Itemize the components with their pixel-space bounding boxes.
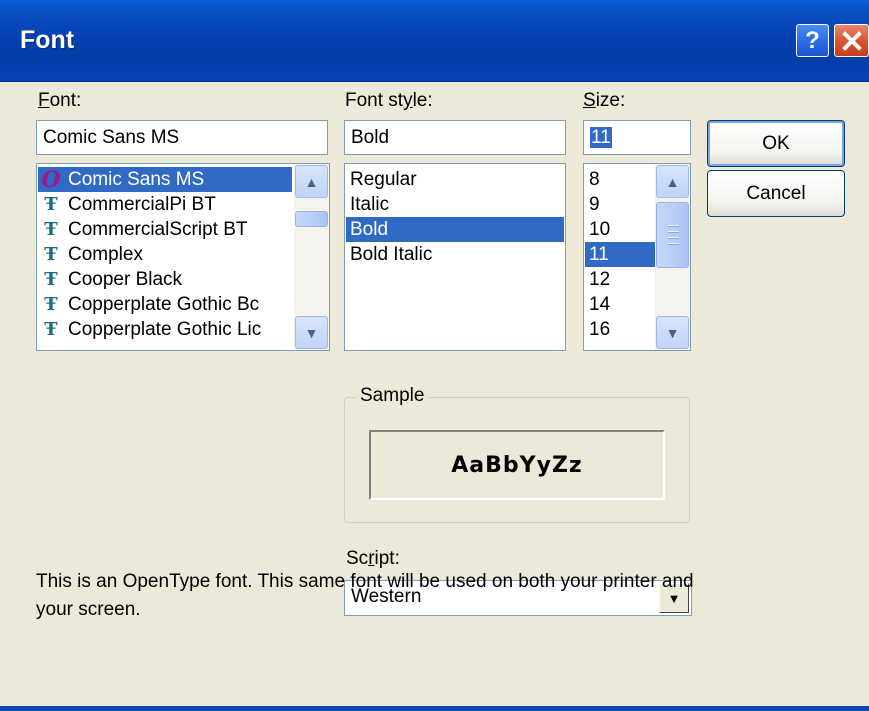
- font-scroll-down-button[interactable]: ▼: [295, 316, 328, 349]
- font-list-item[interactable]: Ŧ Copperplate Gothic Bc: [38, 292, 292, 317]
- truetype-icon: Ŧ: [44, 244, 58, 265]
- close-button[interactable]: [834, 24, 869, 57]
- font-scroll-up-button[interactable]: ▲: [295, 165, 328, 198]
- chevron-down-icon: ▼: [665, 324, 680, 341]
- font-description: This is an OpenType font. This same font…: [36, 571, 694, 620]
- font-style-list-item[interactable]: Regular: [346, 167, 564, 192]
- font-list-item-label: Copperplate Gothic Bc: [68, 293, 260, 315]
- font-style-list[interactable]: Regular Italic Bold Bold Italic: [344, 163, 566, 351]
- font-list-item-label: CommercialPi BT: [68, 193, 216, 215]
- truetype-icon: Ŧ: [44, 269, 58, 290]
- font-list-item-label: CommercialScript BT: [68, 218, 248, 240]
- truetype-icon: Ŧ: [44, 219, 58, 240]
- chevron-down-icon: ▼: [304, 324, 319, 341]
- font-list-item[interactable]: Ŧ Copperplate Gothic Lic: [38, 317, 292, 342]
- help-icon: ?: [805, 26, 820, 54]
- font-scroll-thumb[interactable]: [295, 211, 328, 227]
- size-list-item[interactable]: 11: [585, 242, 655, 267]
- size-list-item[interactable]: 8: [585, 167, 655, 192]
- window-title: Font: [20, 26, 75, 54]
- size-scroll-thumb[interactable]: [656, 202, 689, 268]
- size-label: Size:: [583, 90, 626, 111]
- size-input[interactable]: 11: [583, 120, 691, 155]
- font-style-list-rows: Regular Italic Bold Bold Italic: [346, 167, 564, 267]
- font-list-scrollbar[interactable]: ▲ ▼: [294, 164, 329, 350]
- size-scroll-down-button[interactable]: ▼: [656, 316, 689, 349]
- size-list-item[interactable]: 9: [585, 192, 655, 217]
- close-icon: [841, 30, 862, 51]
- font-label: Font:: [38, 90, 82, 111]
- title-bar: Font ?: [0, 0, 869, 82]
- size-list-rows: 8 9 10 11 12 14 16: [585, 167, 655, 342]
- truetype-icon: Ŧ: [44, 194, 58, 215]
- font-style-input[interactable]: Bold: [344, 120, 566, 155]
- size-list-scrollbar[interactable]: ▲ ▼: [655, 164, 690, 350]
- font-style-label: Font style:: [345, 90, 433, 111]
- size-scroll-up-button[interactable]: ▲: [656, 165, 689, 198]
- font-list-item-label: Complex: [68, 243, 143, 265]
- window-bottom-border: [0, 706, 869, 711]
- help-button[interactable]: ?: [796, 24, 829, 57]
- font-list-item[interactable]: O Comic Sans MS: [38, 166, 292, 193]
- font-list-item[interactable]: Ŧ Cooper Black: [38, 267, 292, 292]
- font-list-item-label: Cooper Black: [68, 268, 183, 290]
- font-list[interactable]: O Comic Sans MS Ŧ CommercialPi BT Ŧ Commercia…: [36, 163, 330, 351]
- font-list-item-label: Comic Sans MS: [64, 168, 209, 191]
- size-list-item[interactable]: 16: [585, 317, 655, 342]
- font-list-item[interactable]: Ŧ CommercialPi BT: [38, 192, 292, 217]
- sample-text: AaBbYyZz: [451, 452, 583, 478]
- font-list-rows: O Comic Sans MS Ŧ CommercialPi BT Ŧ Commercia…: [38, 167, 292, 342]
- sample-preview: AaBbYyZz: [369, 430, 665, 500]
- size-list-item[interactable]: 14: [585, 292, 655, 317]
- opentype-icon: O: [41, 166, 61, 193]
- font-style-list-item[interactable]: Italic: [346, 192, 564, 217]
- size-list-item[interactable]: 12: [585, 267, 655, 292]
- cancel-button[interactable]: Cancel: [707, 170, 845, 217]
- size-list-item[interactable]: 10: [585, 217, 655, 242]
- truetype-icon: Ŧ: [44, 294, 58, 315]
- truetype-icon: Ŧ: [44, 319, 58, 340]
- font-style-list-item[interactable]: Bold Italic: [346, 242, 564, 267]
- font-list-item-label: Copperplate Gothic Lic: [68, 318, 262, 340]
- font-style-list-item[interactable]: Bold: [346, 217, 564, 242]
- ok-button[interactable]: OK: [707, 120, 845, 167]
- script-label: Script:: [346, 548, 400, 569]
- sample-legend: Sample: [356, 385, 429, 407]
- font-list-item[interactable]: Ŧ Complex: [38, 242, 292, 267]
- chevron-up-icon: ▲: [665, 173, 680, 190]
- size-input-value: 11: [590, 127, 612, 148]
- chevron-up-icon: ▲: [304, 173, 319, 190]
- font-list-item[interactable]: Ŧ CommercialScript BT: [38, 217, 292, 242]
- size-list[interactable]: 8 9 10 11 12 14 16 ▲ ▼: [583, 163, 691, 351]
- font-name-input[interactable]: Comic Sans MS: [36, 120, 328, 155]
